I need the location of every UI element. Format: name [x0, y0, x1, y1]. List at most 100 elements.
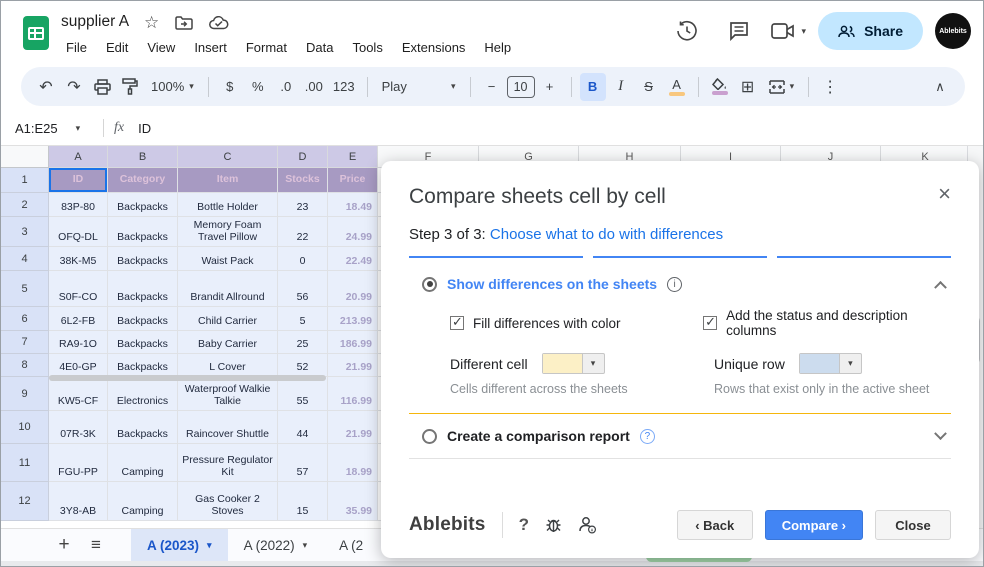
cell-C8[interactable]: L Cover [178, 354, 278, 377]
cell-A4[interactable]: 38K-M5 [49, 247, 108, 271]
cell-A1[interactable]: ID [49, 168, 108, 193]
increase-font-size-button[interactable]: + [537, 73, 563, 101]
radio-create-report[interactable] [422, 428, 437, 444]
cell-D9[interactable]: 55 [278, 377, 328, 411]
cell-E10[interactable]: 21.99 [328, 411, 378, 444]
column-header-E[interactable]: E [328, 146, 378, 168]
sheet-tab-active[interactable]: A (2023) ▾ [131, 529, 228, 561]
row-header-8[interactable]: 8 [1, 354, 49, 377]
italic-button[interactable]: I [608, 73, 634, 101]
row-header-11[interactable]: 11 [1, 444, 49, 482]
checkbox-fill-differences-label[interactable]: Fill differences with color [473, 316, 621, 331]
cell-C5[interactable]: Brandit Allround [178, 271, 278, 307]
zoom-select[interactable]: 100% ▾ [145, 73, 200, 101]
checkbox-add-status-columns-label[interactable]: Add the status and description columns [726, 308, 951, 338]
cell-C1[interactable]: Item [178, 168, 278, 193]
option-create-report-label[interactable]: Create a comparison report [447, 428, 630, 444]
cell-B8[interactable]: Backpacks [108, 354, 178, 377]
paint-format-icon[interactable] [117, 73, 143, 101]
menu-format[interactable]: Format [239, 37, 294, 58]
strikethrough-button[interactable]: S [636, 73, 662, 101]
info-icon[interactable]: i [667, 276, 683, 292]
cell-D3[interactable]: 22 [278, 217, 328, 247]
cell-D5[interactable]: 56 [278, 271, 328, 307]
cell-D10[interactable]: 44 [278, 411, 328, 444]
sheet-tab-3[interactable]: A (2 [323, 529, 379, 561]
checkbox-fill-differences[interactable] [450, 314, 464, 330]
cell-E6[interactable]: 213.99 [328, 307, 378, 331]
star-icon[interactable]: ☆ [144, 13, 159, 33]
add-sheet-button[interactable]: + [49, 534, 79, 556]
fill-color-button[interactable] [707, 73, 733, 101]
text-color-button[interactable]: A [664, 73, 690, 101]
cell-D4[interactable]: 0 [278, 247, 328, 271]
cell-C10[interactable]: Raincover Shuttle [178, 411, 278, 444]
cell-E11[interactable]: 18.99 [328, 444, 378, 482]
document-title[interactable]: supplier A [61, 13, 129, 31]
radio-show-differences[interactable] [422, 276, 437, 292]
chevron-up-icon[interactable] [934, 280, 947, 294]
comments-icon[interactable] [719, 11, 759, 51]
cell-A12[interactable]: 3Y8-AB [49, 482, 108, 521]
video-call-icon[interactable]: ▾ [770, 11, 806, 51]
undo-icon[interactable]: ↶ [33, 73, 59, 101]
cell-E3[interactable]: 24.99 [328, 217, 378, 247]
back-button[interactable]: ‹ Back [676, 510, 753, 540]
move-folder-icon[interactable] [175, 16, 193, 30]
row-header-5[interactable]: 5 [1, 271, 49, 307]
row-header-9[interactable]: 9 [1, 377, 49, 411]
menu-data[interactable]: Data [299, 37, 340, 58]
menu-edit[interactable]: Edit [99, 37, 135, 58]
menu-insert[interactable]: Insert [187, 37, 234, 58]
select-all-corner[interactable] [1, 146, 49, 168]
option-show-differences-label[interactable]: Show differences on the sheets [447, 276, 657, 292]
cell-B5[interactable]: Backpacks [108, 271, 178, 307]
cell-A2[interactable]: 83P-80 [49, 193, 108, 217]
cell-D1[interactable]: Stocks [278, 168, 328, 193]
compare-button[interactable]: Compare › [764, 510, 863, 540]
more-formats-button[interactable]: 123 [329, 73, 359, 101]
menu-extensions[interactable]: Extensions [395, 37, 473, 58]
help-icon[interactable]: ? [639, 428, 655, 444]
column-header-A[interactable]: A [49, 146, 108, 168]
report-bug-icon[interactable] [545, 517, 562, 533]
cell-B12[interactable]: Camping [108, 482, 178, 521]
column-header-D[interactable]: D [278, 146, 328, 168]
menu-view[interactable]: View [140, 37, 182, 58]
column-header-C[interactable]: C [178, 146, 278, 168]
cell-A10[interactable]: 07R-3K [49, 411, 108, 444]
cell-B2[interactable]: Backpacks [108, 193, 178, 217]
cell-C2[interactable]: Bottle Holder [178, 193, 278, 217]
checkbox-add-status-columns[interactable] [703, 314, 718, 330]
cell-A9[interactable]: KW5-CF [49, 377, 108, 411]
horizontal-scrollbar[interactable] [49, 375, 326, 381]
account-avatar[interactable]: Ablebits [935, 13, 971, 49]
row-header-3[interactable]: 3 [1, 217, 49, 247]
close-button[interactable]: Close [875, 510, 951, 540]
cell-D8[interactable]: 52 [278, 354, 328, 377]
font-select[interactable]: Play ▾ [376, 73, 462, 101]
cell-C9[interactable]: Waterproof Walkie Talkie [178, 377, 278, 411]
cell-E5[interactable]: 20.99 [328, 271, 378, 307]
cell-B10[interactable]: Backpacks [108, 411, 178, 444]
cell-E12[interactable]: 35.99 [328, 482, 378, 521]
menu-file[interactable]: File [59, 37, 94, 58]
cell-E4[interactable]: 22.49 [328, 247, 378, 271]
help-question-icon[interactable]: ? [519, 515, 529, 535]
cell-C7[interactable]: Baby Carrier [178, 331, 278, 354]
row-header-6[interactable]: 6 [1, 307, 49, 331]
merge-cells-button[interactable]: ▾ [763, 73, 801, 101]
cell-A6[interactable]: 6L2-FB [49, 307, 108, 331]
format-percent-button[interactable]: % [245, 73, 271, 101]
version-history-icon[interactable] [667, 11, 707, 51]
more-toolbar-options-button[interactable]: ⋮ [817, 73, 843, 101]
unique-row-color-dropdown[interactable]: ▾ [798, 353, 862, 374]
decrease-font-size-button[interactable]: − [479, 73, 505, 101]
cell-D6[interactable]: 5 [278, 307, 328, 331]
cell-B3[interactable]: Backpacks [108, 217, 178, 247]
cell-A7[interactable]: RA9-1O [49, 331, 108, 354]
decrease-decimal-button[interactable]: .0 [273, 73, 299, 101]
different-cell-color-dropdown[interactable]: ▾ [541, 353, 605, 374]
cell-C6[interactable]: Child Carrier [178, 307, 278, 331]
cell-D11[interactable]: 57 [278, 444, 328, 482]
